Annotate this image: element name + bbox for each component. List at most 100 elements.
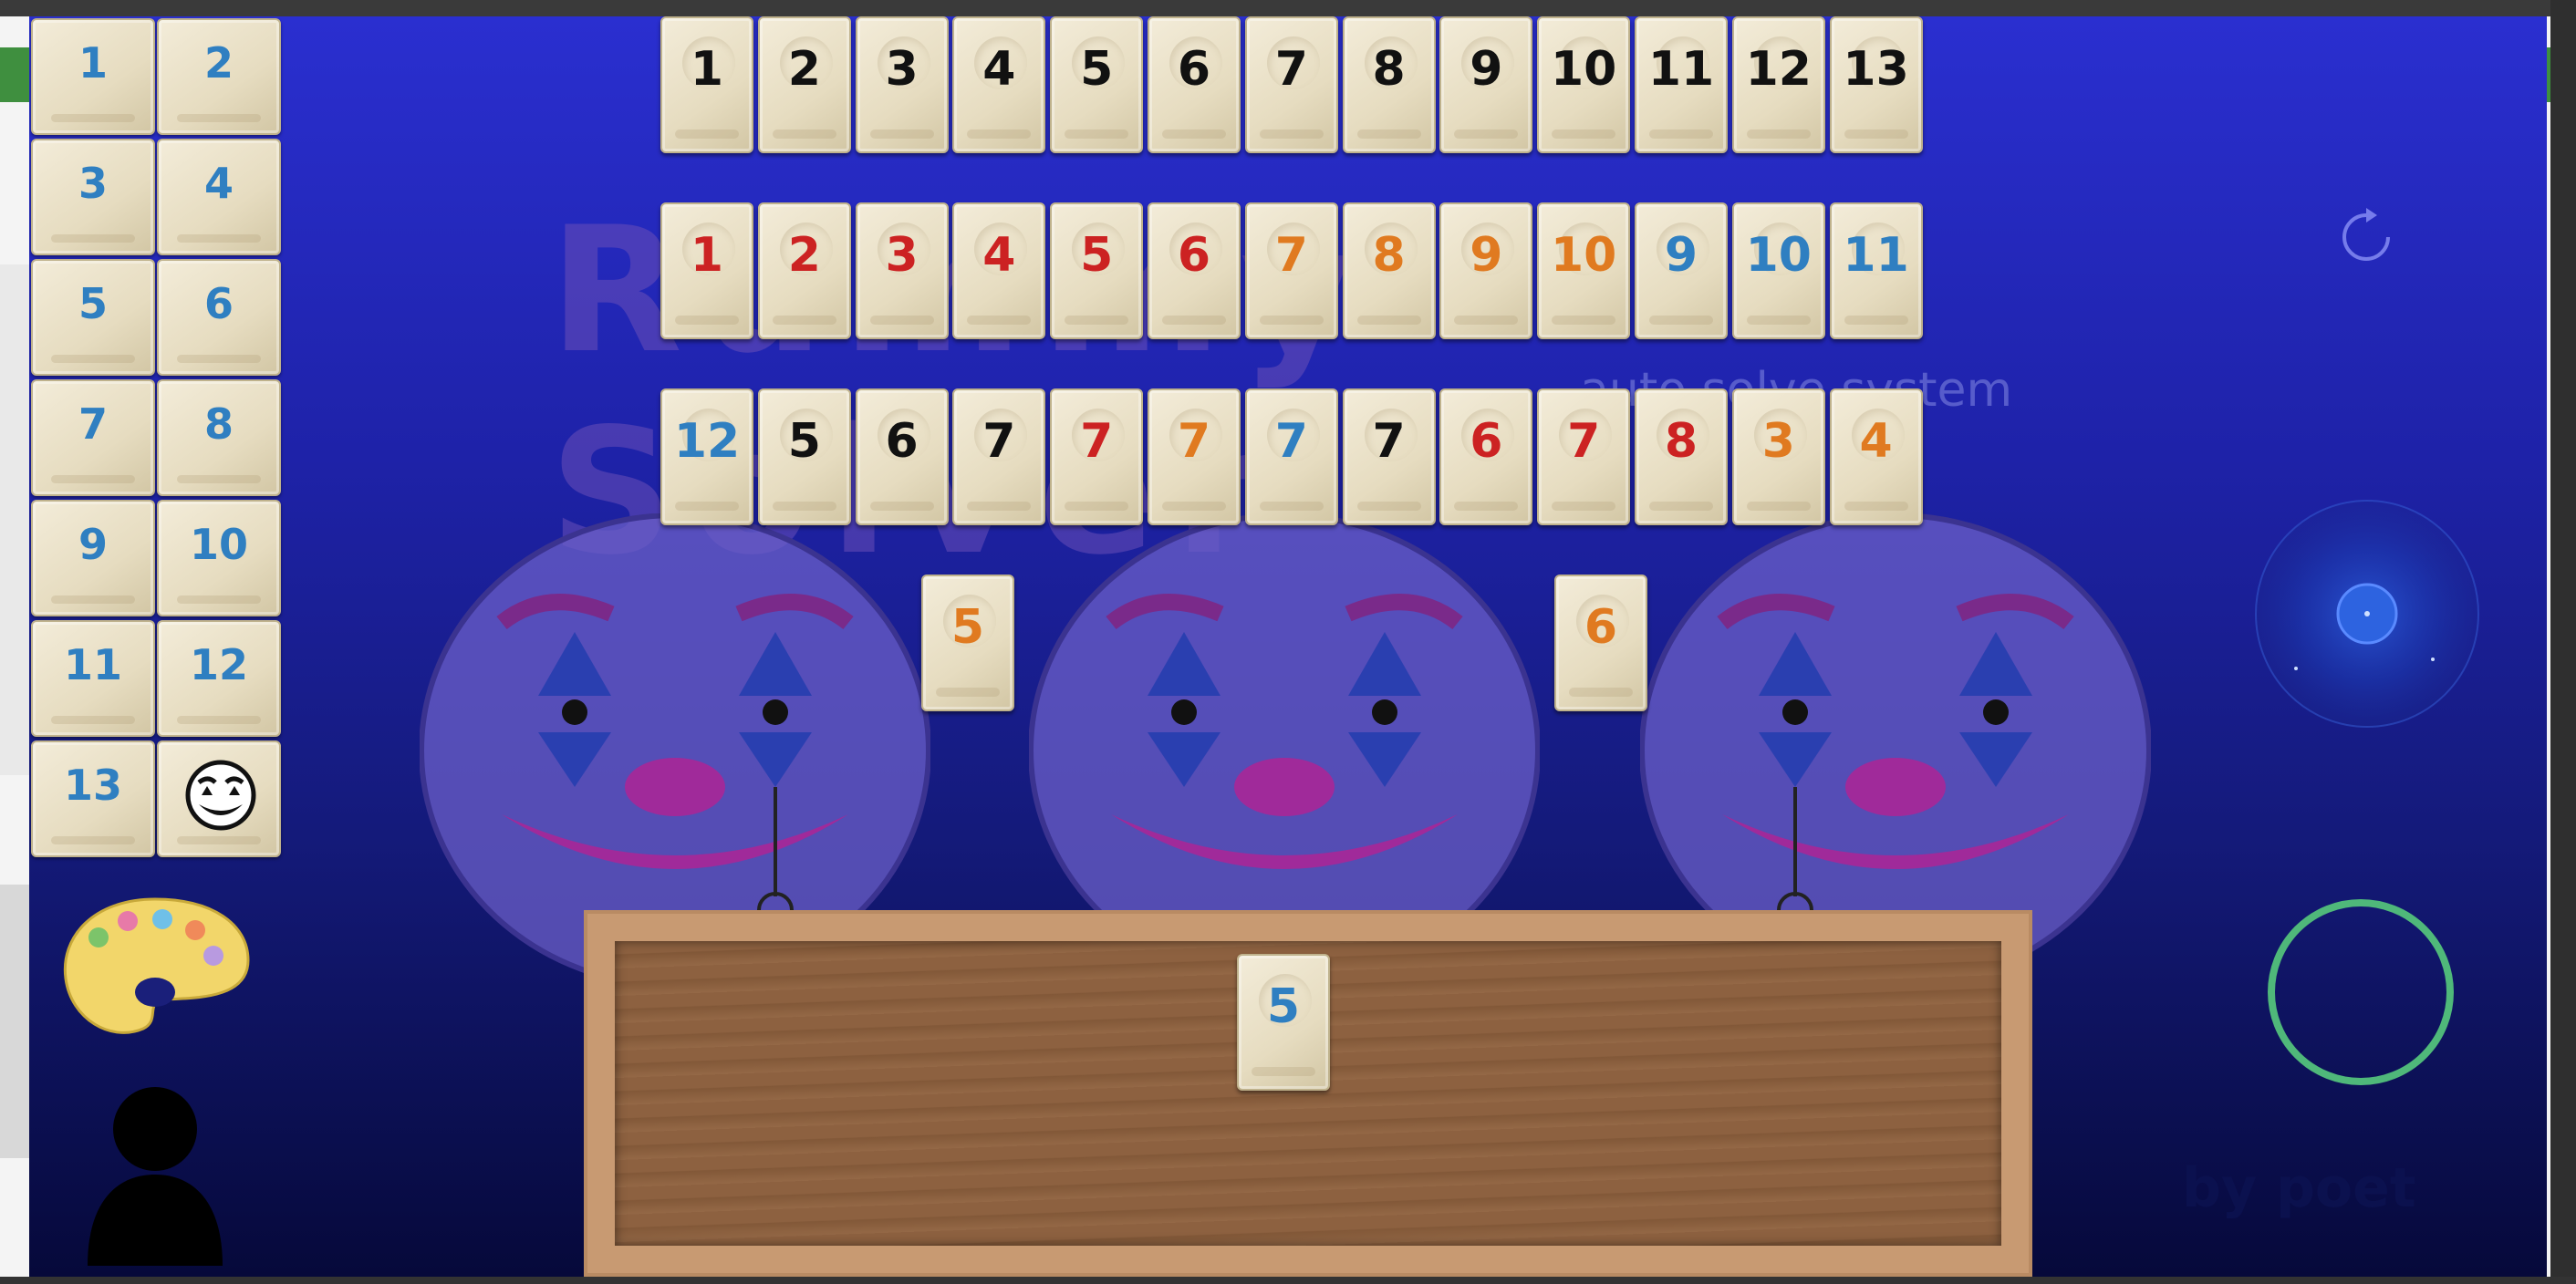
tile-number: 3 bbox=[885, 228, 919, 283]
tile-maker-mark bbox=[1844, 502, 1908, 511]
tile-maker-mark bbox=[1746, 502, 1811, 511]
board-tile[interactable]: 5 bbox=[1050, 202, 1144, 339]
sidebar-tile[interactable]: 8 bbox=[157, 379, 281, 496]
tile-number: 6 bbox=[1177, 42, 1211, 97]
tile-maker-mark bbox=[967, 129, 1032, 139]
game-canvas: Rummy Solver auto solve system bbox=[29, 16, 2547, 1277]
board-tile[interactable]: 7 bbox=[1244, 388, 1338, 525]
board-tile[interactable]: 9 bbox=[1439, 16, 1533, 153]
board-tile[interactable]: 1 bbox=[660, 16, 753, 153]
board-tile[interactable]: 10 bbox=[1537, 202, 1631, 339]
tile-number: 7 bbox=[1080, 414, 1114, 469]
loose-tile[interactable]: 5 bbox=[921, 575, 1014, 711]
tile-number: 3 bbox=[885, 42, 919, 97]
sidebar-tile[interactable]: 10 bbox=[157, 500, 281, 616]
loose-tile[interactable]: 6 bbox=[1554, 575, 1647, 711]
sidebar-tile-number: 8 bbox=[203, 399, 234, 449]
board-tile[interactable]: 9 bbox=[1439, 202, 1533, 339]
tile-maker-mark bbox=[51, 716, 135, 724]
tile-number: 4 bbox=[982, 228, 1016, 283]
board-tile[interactable]: 2 bbox=[757, 202, 851, 339]
sidebar-tile[interactable]: 2 bbox=[157, 18, 281, 135]
board-tile[interactable]: 7 bbox=[1342, 388, 1436, 525]
sidebar-tile[interactable]: 5 bbox=[31, 259, 155, 376]
tile-maker-mark bbox=[51, 836, 135, 844]
board-tile[interactable]: 6 bbox=[1148, 202, 1241, 339]
sidebar-tile-number: 10 bbox=[189, 520, 248, 569]
sidebar-tile[interactable]: 13 bbox=[31, 740, 155, 857]
tile-number: 8 bbox=[1372, 42, 1406, 97]
tile-maker-mark bbox=[1454, 316, 1519, 325]
board-tile[interactable]: 4 bbox=[952, 16, 1046, 153]
tile-number: 5 bbox=[1080, 228, 1114, 283]
user-icon[interactable] bbox=[80, 1083, 230, 1266]
board-tile[interactable]: 13 bbox=[1829, 16, 1923, 153]
tile-maker-mark bbox=[1569, 688, 1633, 697]
page-bottom-bar bbox=[0, 1277, 2576, 1284]
sidebar-tile[interactable]: 7 bbox=[31, 379, 155, 496]
sidebar-tile-number: 4 bbox=[203, 159, 234, 208]
board-tile[interactable]: 11 bbox=[1635, 16, 1728, 153]
sidebar-tile[interactable]: 6 bbox=[157, 259, 281, 376]
ring-button-icon[interactable] bbox=[2266, 897, 2456, 1087]
tile-maker-mark bbox=[1065, 502, 1129, 511]
board-tile[interactable]: 1 bbox=[660, 202, 753, 339]
tile-maker-mark bbox=[51, 355, 135, 363]
board-tile[interactable]: 5 bbox=[757, 388, 851, 525]
sidebar-tile[interactable]: 4 bbox=[157, 139, 281, 255]
board-tile[interactable]: 8 bbox=[1635, 388, 1728, 525]
board-tile[interactable]: 5 bbox=[1050, 16, 1144, 153]
board-tile[interactable]: 2 bbox=[757, 16, 851, 153]
board-tile[interactable]: 3 bbox=[1731, 388, 1825, 525]
board-tile[interactable]: 10 bbox=[1731, 202, 1825, 339]
palette-icon[interactable] bbox=[57, 892, 254, 1047]
board-tile[interactable]: 7 bbox=[1148, 388, 1241, 525]
tile-maker-mark bbox=[1065, 129, 1129, 139]
tile-maker-mark bbox=[869, 316, 934, 325]
tile-number: 7 bbox=[982, 414, 1016, 469]
board-tile[interactable]: 8 bbox=[1342, 202, 1436, 339]
tile-number: 9 bbox=[1470, 42, 1503, 97]
sidebar-tile[interactable]: 11 bbox=[31, 620, 155, 737]
board-tile[interactable]: 7 bbox=[1244, 202, 1338, 339]
board-tile[interactable]: 9 bbox=[1635, 202, 1728, 339]
sidebar-tile-number: 11 bbox=[63, 640, 122, 689]
tile-number: 6 bbox=[885, 414, 919, 469]
board-tile[interactable]: 4 bbox=[1829, 388, 1923, 525]
tile-maker-mark bbox=[1649, 316, 1713, 325]
radar-icon[interactable] bbox=[2255, 500, 2479, 728]
sidebar-tile[interactable]: 1 bbox=[31, 18, 155, 135]
board-tile[interactable]: 8 bbox=[1342, 16, 1436, 153]
sidebar-tile-number: 1 bbox=[78, 38, 108, 88]
sidebar-joker-tile[interactable] bbox=[157, 740, 281, 857]
board-tile[interactable]: 7 bbox=[1244, 16, 1338, 153]
sidebar-tile[interactable]: 9 bbox=[31, 500, 155, 616]
board-tile[interactable]: 11 bbox=[1829, 202, 1923, 339]
tile-maker-mark bbox=[1065, 316, 1129, 325]
sidebar-tile-number: 9 bbox=[78, 520, 108, 569]
board-tile[interactable]: 7 bbox=[1537, 388, 1631, 525]
board-tile[interactable]: 12 bbox=[660, 388, 753, 525]
board-tile[interactable]: 7 bbox=[1050, 388, 1144, 525]
sidebar-tile[interactable]: 3 bbox=[31, 139, 155, 255]
sidebar-tile[interactable]: 12 bbox=[157, 620, 281, 737]
tile-maker-mark bbox=[1552, 316, 1616, 325]
rack-tile[interactable]: 5 bbox=[1237, 954, 1330, 1091]
tile-number: 12 bbox=[1745, 42, 1812, 97]
board-tile[interactable]: 12 bbox=[1731, 16, 1825, 153]
board-tile[interactable]: 10 bbox=[1537, 16, 1631, 153]
refresh-icon[interactable] bbox=[2332, 202, 2401, 272]
tile-number: 9 bbox=[1664, 228, 1698, 283]
board-tile[interactable]: 6 bbox=[855, 388, 949, 525]
board-tile[interactable]: 6 bbox=[1148, 16, 1241, 153]
tile-number: 8 bbox=[1372, 228, 1406, 283]
board-tile[interactable]: 3 bbox=[855, 202, 949, 339]
board-tile[interactable]: 6 bbox=[1439, 388, 1533, 525]
tile-maker-mark bbox=[967, 316, 1032, 325]
tile-maker-mark bbox=[177, 114, 261, 122]
board-tile[interactable]: 3 bbox=[855, 16, 949, 153]
tile-maker-mark bbox=[1746, 129, 1811, 139]
tile-maker-mark bbox=[1552, 502, 1616, 511]
board-tile[interactable]: 4 bbox=[952, 202, 1046, 339]
board-tile[interactable]: 7 bbox=[952, 388, 1046, 525]
